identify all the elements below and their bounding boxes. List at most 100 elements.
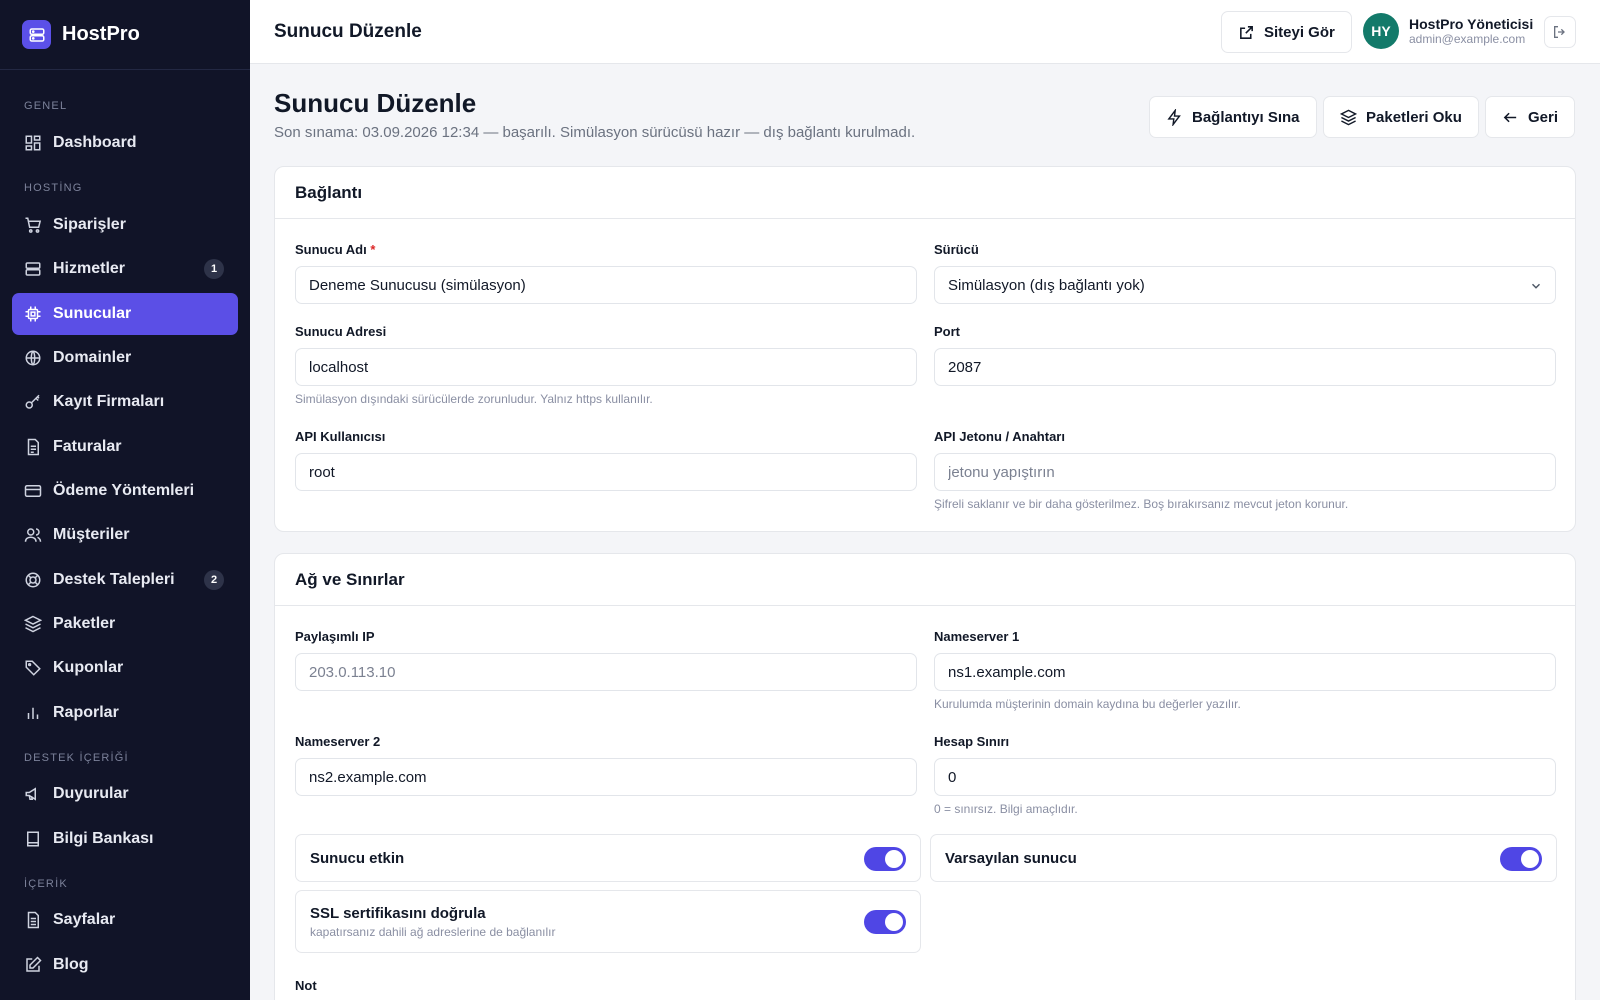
section-label-genel: GENEL	[24, 100, 68, 112]
account-limit-input[interactable]	[934, 758, 1556, 796]
read-packages-label: Paketleri Oku	[1366, 108, 1462, 126]
toggle-ssl-verify: SSL sertifikasını doğrula kapatırsanız d…	[295, 890, 921, 953]
dashboard-icon	[25, 135, 41, 151]
sidebar-item-sayfalar[interactable]: Sayfalar	[12, 899, 238, 941]
address-input[interactable]	[295, 348, 917, 386]
section-label-destek: DESTEK İÇERİĞİ	[24, 752, 129, 764]
section-label-hosting: HOSTİNG	[24, 182, 83, 194]
driver-select[interactable]: Simülasyon (dış bağlantı yok)	[934, 266, 1556, 304]
book-icon	[27, 831, 39, 847]
sidebar-item-dashboard[interactable]: Dashboard	[12, 122, 238, 164]
credit-card-icon	[24, 485, 42, 497]
read-packages-button[interactable]: Paketleri Oku	[1323, 96, 1479, 138]
sidebar-item-destek-talepleri[interactable]: Destek Talepleri 2	[12, 559, 238, 601]
sidebar-item-label: Siparişler	[53, 216, 126, 233]
sidebar-item-label: Sayfalar	[53, 911, 116, 928]
sidebar-item-duyurular[interactable]: Duyurular	[12, 773, 238, 815]
required-marker: *	[370, 242, 376, 257]
ns2-input[interactable]	[295, 758, 917, 796]
sidebar-item-label: Duyurular	[53, 785, 129, 802]
connection-card-title: Bağlantı	[275, 167, 1575, 219]
globe-icon	[25, 350, 41, 366]
sidebar-item-label: Ödeme Yöntemleri	[53, 482, 195, 499]
api-user-input[interactable]	[295, 453, 917, 491]
count-badge: 1	[204, 259, 224, 279]
shared-ip-input[interactable]	[295, 653, 917, 691]
sidebar: HostPro GENEL Dashboard HOSTİNG Siparişl…	[0, 0, 250, 1000]
ssl-verify-switch[interactable]	[864, 910, 906, 934]
server-logo-icon	[22, 20, 51, 49]
logout-icon	[1554, 26, 1565, 38]
sidebar-item-kuponlar[interactable]: Kuponlar	[12, 647, 238, 689]
lightning-icon	[1167, 108, 1181, 126]
ns1-hint: Kurulumda müşterinin domain kaydına bu d…	[934, 697, 1241, 711]
api-token-input[interactable]	[934, 453, 1556, 491]
shared-ip-label: Paylaşımlı IP	[295, 629, 375, 644]
sidebar-item-musteriler[interactable]: Müşteriler	[12, 514, 238, 556]
port-input[interactable]	[934, 348, 1556, 386]
toggle-ssl-verify-label: SSL sertifikasını doğrula	[310, 905, 486, 922]
sidebar-item-kayit-firmalari[interactable]: Kayıt Firmaları	[12, 381, 238, 423]
server-name-label: Sunucu Adı *	[295, 242, 375, 257]
tag-icon	[25, 660, 41, 676]
sidebar-item-paketler[interactable]: Paketler	[12, 603, 238, 645]
network-card: Ağ ve Sınırlar Paylaşımlı IP Nameserver …	[274, 553, 1576, 1000]
server-active-switch[interactable]	[864, 847, 906, 871]
ns1-input[interactable]	[934, 653, 1556, 691]
sidebar-item-label: Müşteriler	[53, 526, 130, 543]
default-server-switch[interactable]	[1500, 847, 1542, 871]
avatar[interactable]: HY	[1363, 13, 1399, 49]
sidebar-item-hizmetler[interactable]: Hizmetler 1	[12, 248, 238, 290]
back-label: Geri	[1528, 108, 1559, 126]
count-badge: 2	[204, 570, 224, 590]
sidebar-item-bilgi-bankasi[interactable]: Bilgi Bankası	[12, 818, 238, 860]
sidebar-item-label: Raporlar	[53, 704, 119, 721]
account-limit-label: Hesap Sınırı	[934, 734, 1010, 749]
server-name-input[interactable]	[295, 266, 917, 304]
sidebar-item-raporlar[interactable]: Raporlar	[12, 692, 238, 734]
sidebar-item-sunucular[interactable]: Sunucular	[12, 293, 238, 335]
sidebar-item-odeme-yontemleri[interactable]: Ödeme Yöntemleri	[12, 470, 238, 512]
sidebar-item-label: Kuponlar	[53, 659, 124, 676]
topbar: Sunucu Düzenle Siteyi Gör HY HostPro Yön…	[250, 0, 1600, 64]
layers-icon	[1340, 109, 1357, 125]
sidebar-item-blog[interactable]: Blog	[12, 944, 238, 986]
sidebar-item-label: Paketler	[53, 615, 116, 632]
sidebar-item-label: Sunucular	[53, 305, 132, 322]
api-token-label: API Jetonu / Anahtarı	[934, 429, 1065, 444]
view-site-button[interactable]: Siteyi Gör	[1221, 11, 1352, 53]
server-stack-icon	[25, 262, 41, 276]
sidebar-item-label: Dashboard	[53, 134, 137, 151]
test-connection-label: Bağlantıyı Sına	[1192, 108, 1300, 126]
sidebar-item-faturalar[interactable]: Faturalar	[12, 426, 238, 468]
toggle-default-server: Varsayılan sunucu	[930, 834, 1557, 882]
address-label: Sunucu Adresi	[295, 324, 387, 339]
server-name-label-text: Sunucu Adı	[295, 242, 367, 257]
logout-button[interactable]	[1544, 16, 1576, 48]
user-email: admin@example.com	[1409, 32, 1526, 46]
brand[interactable]: HostPro	[0, 0, 250, 70]
api-user-label: API Kullanıcısı	[295, 429, 386, 444]
topbar-title: Sunucu Düzenle	[274, 21, 422, 42]
brand-name: HostPro	[62, 23, 140, 45]
connection-card: Bağlantı Sunucu Adı * Sürücü Simülasyon …	[274, 166, 1576, 532]
page-icon	[27, 911, 39, 929]
bar-chart-icon	[27, 707, 39, 719]
test-connection-button[interactable]: Bağlantıyı Sına	[1149, 96, 1317, 138]
port-label: Port	[934, 324, 960, 339]
chevron-down-icon	[1532, 283, 1540, 289]
key-icon	[25, 394, 40, 409]
sidebar-item-label: Blog	[53, 956, 89, 973]
page-title: Sunucu Düzenle	[274, 88, 477, 118]
toggle-default-server-label: Varsayılan sunucu	[945, 850, 1077, 867]
sidebar-item-siparisler[interactable]: Siparişler	[12, 204, 238, 246]
ns2-label: Nameserver 2	[295, 734, 381, 749]
sidebar-item-domainler[interactable]: Domainler	[12, 337, 238, 379]
sidebar-item-label: Hizmetler	[53, 260, 126, 277]
toggle-server-active: Sunucu etkin	[295, 834, 921, 882]
sidebar-item-label: Bilgi Bankası	[53, 830, 154, 847]
network-card-title: Ağ ve Sınırlar	[275, 554, 1575, 606]
back-button[interactable]: Geri	[1485, 96, 1576, 138]
account-limit-hint: 0 = sınırsız. Bilgi amaçlıdır.	[934, 802, 1078, 816]
sidebar-item-label: Kayıt Firmaları	[53, 393, 165, 410]
